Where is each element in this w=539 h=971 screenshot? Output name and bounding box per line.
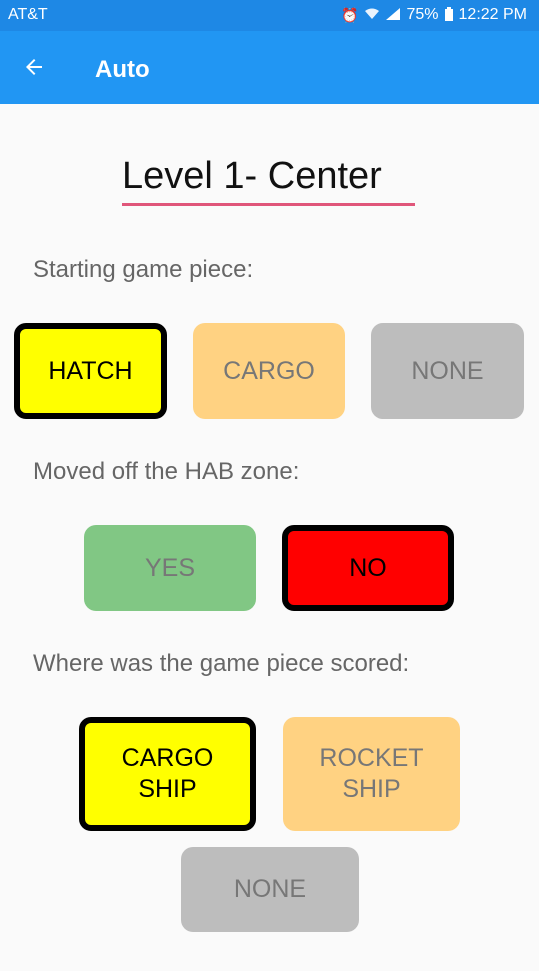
clock: 12:22 PM	[458, 6, 527, 23]
hatch-button-label: HATCH	[48, 356, 133, 385]
carrier-label: AT&T	[8, 6, 48, 23]
app-bar: Auto	[0, 31, 539, 104]
rocket-ship-button[interactable]: ROCKET SHIP	[283, 717, 460, 831]
yes-button-label: YES	[144, 553, 196, 582]
starting-piece-label: Starting game piece:	[33, 256, 254, 283]
hab-zone-label: Moved off the HAB zone:	[33, 458, 300, 485]
wifi-icon	[364, 8, 380, 22]
cargo-button-label: CARGO	[223, 356, 315, 385]
no-button-label: NO	[349, 553, 387, 582]
none-scored-button-label: NONE	[233, 875, 307, 903]
none-scored-button[interactable]: NONE	[181, 847, 359, 932]
alarm-icon: ⏰	[341, 7, 359, 23]
rocket-ship-button-label: ROCKET SHIP	[319, 744, 424, 803]
hatch-button[interactable]: HATCH	[14, 323, 167, 419]
signal-icon	[386, 8, 401, 22]
back-arrow-icon	[26, 59, 42, 75]
battery-icon	[444, 7, 453, 23]
none-starting-button-label: NONE	[411, 356, 484, 385]
cargo-button[interactable]: CARGO	[193, 323, 345, 419]
scored-label: Where was the game piece scored:	[33, 650, 410, 677]
cargo-ship-button-label: CARGO SHIP	[121, 744, 214, 803]
status-icons: ⏰ 75% 12:22 PM	[341, 6, 527, 24]
yes-button[interactable]: YES	[84, 525, 256, 611]
no-button[interactable]: NO	[282, 525, 454, 611]
page-title: Auto	[95, 56, 150, 83]
level-value: Level 1- Center	[122, 155, 382, 197]
none-starting-button[interactable]: NONE	[371, 323, 524, 419]
battery-percent: 75%	[406, 6, 439, 23]
cargo-ship-button[interactable]: CARGO SHIP	[79, 717, 256, 831]
level-input[interactable]: Level 1- Center	[122, 150, 415, 206]
status-bar: AT&T ⏰ 75% 12:22 PM	[0, 0, 539, 31]
back-button[interactable]	[16, 49, 52, 85]
